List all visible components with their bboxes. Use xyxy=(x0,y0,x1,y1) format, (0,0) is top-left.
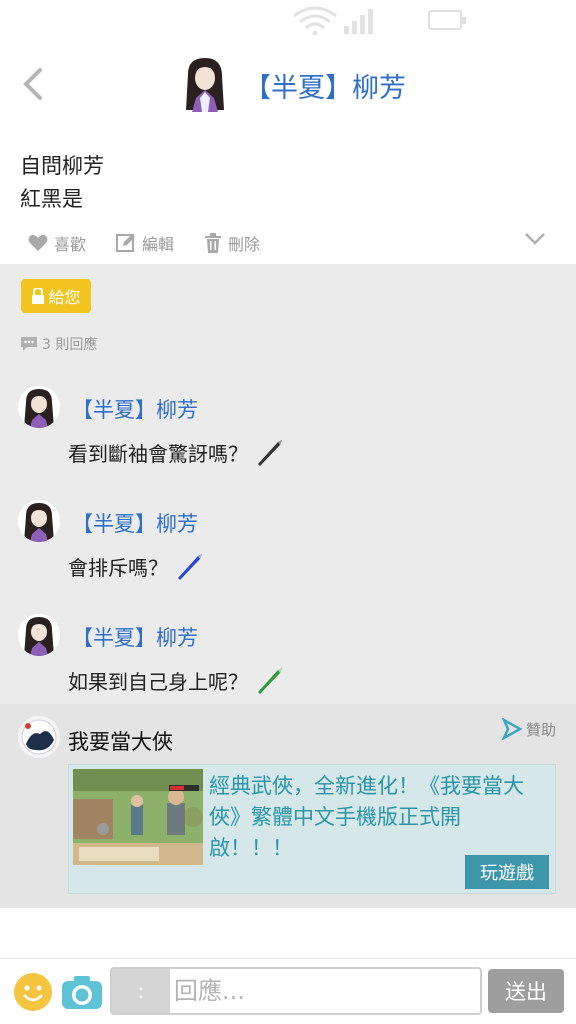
wifi-icon xyxy=(293,6,337,36)
reply-input[interactable] xyxy=(174,971,474,1011)
sponsored-label: 贊助 xyxy=(501,718,556,740)
like-button[interactable]: 喜歡 xyxy=(28,230,86,256)
ad-description: 經典武俠，全新進化！《我要當大俠》繁體中文手機版正式開啟！！！ xyxy=(209,774,524,860)
reply-text: 會排斥嗎？ xyxy=(68,550,206,582)
chevron-down-icon[interactable] xyxy=(524,232,546,246)
sponsored-post: 我要當大俠 贊助 經典武俠，全新進化！《我要當大俠》繁體中文手機版正式開啟！！！… xyxy=(0,704,576,908)
play-icon xyxy=(501,718,523,740)
post-line: 紅黑是 xyxy=(20,187,83,211)
reply-text: 如果到自己身上呢？ xyxy=(68,664,286,696)
character-avatar-icon[interactable] xyxy=(178,54,232,112)
reply-item: 【半夏】柳芳 會排斥嗎？ xyxy=(0,500,576,600)
reply-text: 看到斷袖會驚訝嗎？ xyxy=(68,436,286,468)
ad-card[interactable]: 經典武俠，全新進化！《我要當大俠》繁體中文手機版正式開啟！！！ 玩遊戲 xyxy=(68,764,556,894)
reply-author[interactable]: 【半夏】柳芳 xyxy=(72,622,198,652)
reply-count-label: 3 則回應 xyxy=(42,337,98,353)
blue-pen-icon xyxy=(178,554,202,580)
post-actions: 喜歡 編輯 刪除 xyxy=(0,226,576,260)
game-logo-icon[interactable] xyxy=(18,716,60,758)
emoji-icon[interactable] xyxy=(14,973,52,1011)
reply-message: 會排斥嗎？ xyxy=(68,555,168,580)
reply-message: 看到斷袖會驚訝嗎？ xyxy=(68,441,248,466)
green-pen-icon xyxy=(258,668,282,694)
edit-icon xyxy=(116,234,135,252)
heart-icon xyxy=(28,234,48,251)
header: 【半夏】柳芳 xyxy=(0,48,576,120)
battery-icon xyxy=(428,10,466,30)
visibility-badge[interactable]: 給您 xyxy=(21,279,91,313)
game-screenshot-image xyxy=(73,769,203,865)
reply-input-container: : xyxy=(110,967,482,1015)
camera-icon[interactable] xyxy=(60,973,104,1011)
reply-composer: : 送出 xyxy=(0,958,576,1024)
delete-button[interactable]: 刪除 xyxy=(204,230,260,256)
back-button[interactable] xyxy=(16,64,52,104)
black-pen-icon xyxy=(258,440,282,466)
character-avatar-icon[interactable] xyxy=(18,614,60,656)
trash-icon xyxy=(205,233,221,253)
sponsor-text: 贊助 xyxy=(525,720,556,739)
post-line: 自問柳芳 xyxy=(20,154,104,178)
status-bar xyxy=(0,0,576,40)
comment-icon xyxy=(21,337,37,351)
send-button[interactable]: 送出 xyxy=(488,969,564,1013)
play-game-button[interactable]: 玩遊戲 xyxy=(465,855,549,889)
delete-label: 刪除 xyxy=(228,235,261,254)
character-avatar-icon[interactable] xyxy=(18,500,60,542)
page-title: 【半夏】柳芳 xyxy=(244,73,406,104)
reply-author[interactable]: 【半夏】柳芳 xyxy=(72,394,198,424)
advertiser-name[interactable]: 我要當大俠 xyxy=(68,726,173,756)
signal-icon xyxy=(344,9,373,34)
reply-author[interactable]: 【半夏】柳芳 xyxy=(72,508,198,538)
edit-label: 編輯 xyxy=(142,235,175,254)
input-prefix[interactable]: : xyxy=(112,969,170,1013)
character-avatar-icon[interactable] xyxy=(18,386,60,428)
lock-icon xyxy=(32,288,45,304)
reply-message: 如果到自己身上呢？ xyxy=(68,669,248,694)
edit-button[interactable]: 編輯 xyxy=(116,230,174,256)
like-label: 喜歡 xyxy=(54,235,87,254)
badge-label: 給您 xyxy=(48,288,81,307)
post-content: 自問柳芳 紅黑是 xyxy=(20,150,104,216)
reply-item: 【半夏】柳芳 如果到自己身上呢？ xyxy=(0,614,576,714)
reply-count: 3 則回應 xyxy=(20,334,97,354)
reply-item: 【半夏】柳芳 看到斷袖會驚訝嗎？ xyxy=(0,386,576,486)
